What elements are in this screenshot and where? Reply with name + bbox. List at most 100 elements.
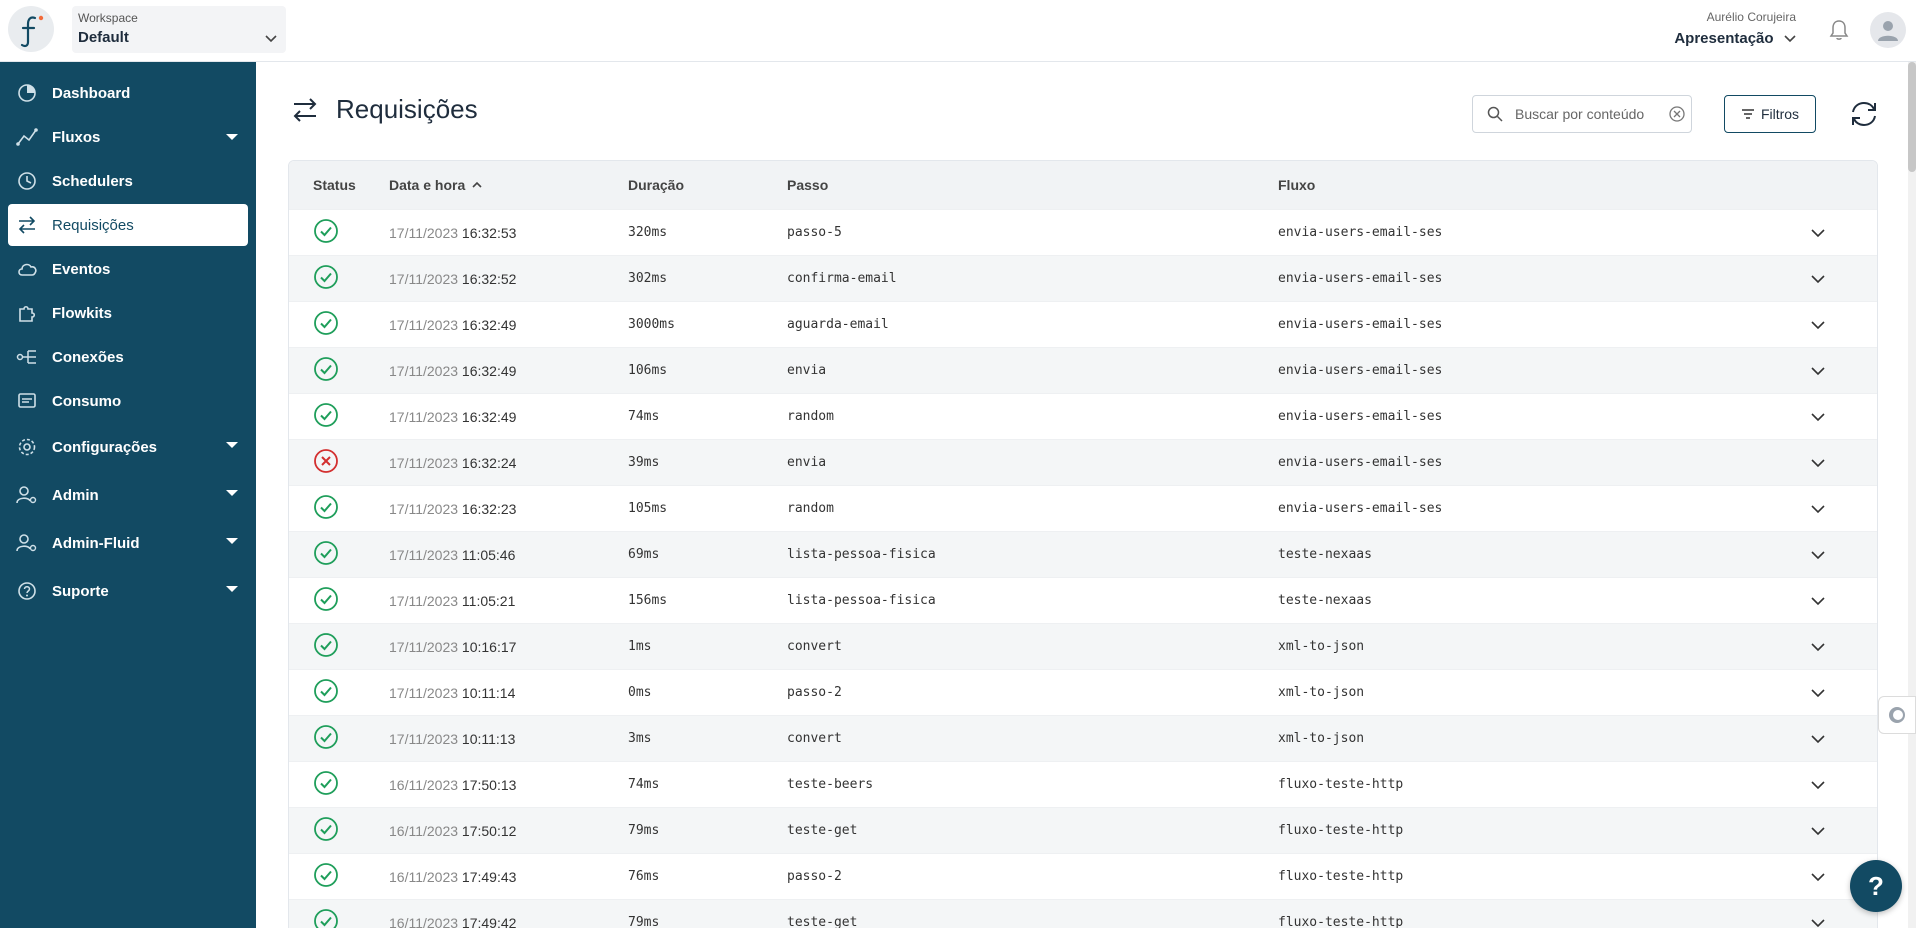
date-cell: 17/11/2023 10:11:14: [389, 685, 628, 701]
clear-circle-icon[interactable]: [1669, 106, 1685, 122]
chevron-down-icon: [1784, 35, 1796, 42]
step-cell: envia: [787, 363, 827, 378]
search-box[interactable]: [1472, 95, 1692, 133]
chevron-down-icon: [1811, 915, 1825, 928]
side-widget[interactable]: [1878, 696, 1916, 734]
duration-cell: 79ms: [628, 823, 660, 838]
table-row[interactable]: 16/11/2023 17:50:13 74ms teste-beers fluxo-…: [289, 761, 1877, 807]
sidebar-item-requisicoes[interactable]: Requisições: [8, 204, 248, 246]
page-scrollbar[interactable]: [1908, 62, 1916, 928]
workspace-select[interactable]: Workspace Default: [72, 6, 286, 53]
expand-row-button[interactable]: [1778, 731, 1858, 747]
avatar[interactable]: [1870, 12, 1906, 48]
help-button[interactable]: ?: [1850, 860, 1902, 912]
expand-row-button[interactable]: [1778, 593, 1858, 609]
check-circle-icon: [313, 541, 339, 569]
sidebar-item-suporte[interactable]: Suporte: [8, 568, 248, 614]
expand-row-button[interactable]: [1778, 777, 1858, 793]
search-icon: [1487, 106, 1503, 122]
step-cell: convert: [787, 639, 842, 654]
time-value: 11:05:21: [461, 592, 516, 609]
date-value: 17/11/2023: [389, 546, 459, 563]
check-circle-icon: [313, 725, 339, 753]
filters-button[interactable]: Filtros: [1724, 95, 1816, 133]
table-row[interactable]: 17/11/2023 16:32:49 74ms random envia-users…: [289, 393, 1877, 439]
table-row[interactable]: 17/11/2023 16:32:49 3000ms aguarda-email en…: [289, 301, 1877, 347]
time-value: 17:50:12: [461, 822, 517, 839]
cloud-icon: [16, 258, 38, 280]
expand-row-button[interactable]: [1778, 317, 1858, 333]
date-cell: 17/11/2023 16:32:24: [389, 455, 628, 471]
time-value: 16:32:52: [461, 270, 517, 287]
table-row[interactable]: 17/11/2023 16:32:49 106ms envia envia-users…: [289, 347, 1877, 393]
table-row[interactable]: 17/11/2023 16:32:52 302ms confirma-email en…: [289, 255, 1877, 301]
sidebar-item-flowkits[interactable]: Flowkits: [8, 292, 248, 334]
table-row[interactable]: 17/11/2023 11:05:46 69ms lista-pessoa-fisi…: [289, 531, 1877, 577]
expand-row-button[interactable]: [1778, 455, 1858, 471]
sidebar-item-conexoes[interactable]: Conexões: [8, 336, 248, 378]
flow-cell: xml-to-json: [1278, 639, 1365, 654]
expand-row-button[interactable]: [1778, 225, 1858, 241]
search-input[interactable]: [1515, 106, 1665, 122]
date-cell: 16/11/2023 17:49:43: [389, 869, 628, 885]
sidebar-item-consumo[interactable]: Consumo: [8, 380, 248, 422]
sidebar-item-eventos[interactable]: Eventos: [8, 248, 248, 290]
expand-row-button[interactable]: [1778, 547, 1858, 563]
sidebar-item-admin-fluid[interactable]: Admin-Fluid: [8, 520, 248, 566]
caret-down-icon: [226, 442, 238, 448]
main-content: Requisições Filtros Status Data e hora D…: [256, 62, 1916, 928]
date-cell: 17/11/2023 16:32:49: [389, 317, 628, 333]
sidebar-item-fluxos[interactable]: Fluxos: [8, 116, 248, 158]
sidebar-item-label: Admin: [52, 486, 99, 504]
table-row[interactable]: 17/11/2023 16:32:23 105ms random envia-user…: [289, 485, 1877, 531]
sidebar-item-configuracoes[interactable]: Configurações: [8, 424, 248, 470]
caret-down-icon: [226, 586, 238, 592]
refresh-icon[interactable]: [1848, 98, 1880, 130]
table-row[interactable]: 17/11/2023 16:32:53 320ms passo-5 envia-use…: [289, 209, 1877, 255]
bell-icon[interactable]: [1828, 18, 1850, 42]
scrollbar-thumb[interactable]: [1908, 62, 1916, 172]
status-cell: [289, 816, 389, 845]
expand-row-button[interactable]: [1778, 823, 1858, 839]
sort-asc-icon: [472, 181, 482, 188]
check-circle-icon: [313, 265, 339, 293]
user-menu[interactable]: Aurélio Corujeira Apresentação: [1674, 10, 1796, 48]
time-value: 10:11:13: [461, 730, 516, 747]
expand-row-button[interactable]: [1778, 869, 1858, 885]
duration-cell: 156ms: [628, 593, 668, 608]
expand-row-button[interactable]: [1778, 409, 1858, 425]
flow-cell: envia-users-email-ses: [1278, 455, 1443, 470]
status-cell: [289, 264, 389, 293]
sidebar-item-dashboard[interactable]: Dashboard: [8, 72, 248, 114]
column-header-date[interactable]: Data e hora: [389, 177, 628, 193]
sidebar-item-schedulers[interactable]: Schedulers: [8, 160, 248, 202]
table-row[interactable]: 17/11/2023 16:32:24 39ms envia envia-users-…: [289, 439, 1877, 485]
table-row[interactable]: 17/11/2023 10:11:14 0ms passo-2 xml-to-json: [289, 669, 1877, 715]
clock-icon: [16, 170, 38, 192]
table-row[interactable]: 16/11/2023 17:50:12 79ms teste-get fluxo-te…: [289, 807, 1877, 853]
date-value: 16/11/2023: [389, 914, 459, 928]
flow-cell: xml-to-json: [1278, 731, 1365, 746]
expand-row-button[interactable]: [1778, 685, 1858, 701]
expand-row-button[interactable]: [1778, 915, 1858, 928]
table-row[interactable]: 16/11/2023 17:49:42 79ms teste-get fluxo-te…: [289, 899, 1877, 928]
table-row[interactable]: 16/11/2023 17:49:43 76ms passo-2 fluxo-test…: [289, 853, 1877, 899]
table-row[interactable]: 17/11/2023 10:16:17 1ms convert xml-to-json: [289, 623, 1877, 669]
check-circle-icon: [313, 587, 339, 615]
date-cell: 17/11/2023 10:11:13: [389, 731, 628, 747]
table-row[interactable]: 17/11/2023 10:11:13 3ms convert xml-to-json: [289, 715, 1877, 761]
status-cell: [289, 862, 389, 891]
flow-cell: envia-users-email-ses: [1278, 409, 1443, 424]
check-circle-icon: [313, 863, 339, 891]
expand-row-button[interactable]: [1778, 271, 1858, 287]
check-circle-icon: [313, 495, 339, 523]
app-logo[interactable]: [8, 6, 54, 52]
flow-cell: envia-users-email-ses: [1278, 317, 1443, 332]
table-row[interactable]: 17/11/2023 11:05:21 156ms lista-pessoa-fis…: [289, 577, 1877, 623]
expand-row-button[interactable]: [1778, 639, 1858, 655]
expand-row-button[interactable]: [1778, 363, 1858, 379]
status-cell: [289, 356, 389, 385]
sidebar-item-admin[interactable]: Admin: [8, 472, 248, 518]
expand-row-button[interactable]: [1778, 501, 1858, 517]
duration-cell: 3000ms: [628, 317, 675, 332]
